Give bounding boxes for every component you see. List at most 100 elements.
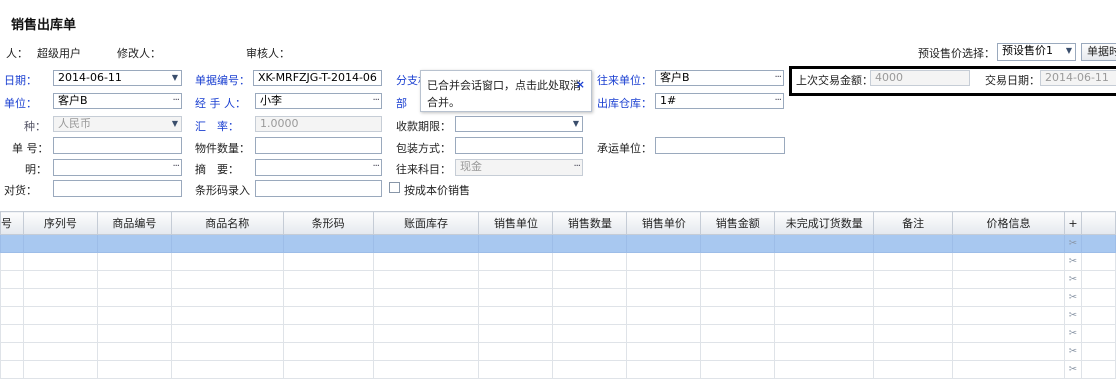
table-cell[interactable]: [96, 306, 172, 325]
table-cell[interactable]: [478, 342, 554, 361]
table-cell[interactable]: [96, 234, 172, 253]
delete-row-icon[interactable]: ✂: [1063, 270, 1082, 289]
table-row[interactable]: ✂: [0, 252, 1116, 271]
table-cell[interactable]: [170, 306, 284, 325]
table-cell[interactable]: [0, 270, 24, 289]
table-cell[interactable]: [1080, 234, 1116, 253]
ellipsis-icon[interactable]: ···: [372, 94, 379, 107]
col-header[interactable]: 销售数量: [552, 211, 628, 235]
col-header[interactable]: 条形码: [282, 211, 374, 235]
col-header[interactable]: 销售单价: [626, 211, 702, 235]
table-cell[interactable]: [873, 324, 954, 343]
table-cell[interactable]: [282, 234, 374, 253]
col-header[interactable]: 未完成订货数量: [774, 211, 875, 235]
table-cell[interactable]: [952, 252, 1065, 271]
table-cell[interactable]: [774, 252, 875, 271]
table-cell[interactable]: [774, 306, 875, 325]
table-cell[interactable]: [1080, 288, 1116, 307]
table-cell[interactable]: [700, 324, 776, 343]
table-cell[interactable]: [552, 306, 628, 325]
col-header[interactable]: 商品编号: [96, 211, 172, 235]
table-cell[interactable]: [0, 324, 24, 343]
preset-price-select[interactable]: 预设售价1 ▼: [997, 43, 1076, 61]
table-cell[interactable]: [96, 270, 172, 289]
ellipsis-icon[interactable]: ···: [172, 94, 179, 107]
table-cell[interactable]: [282, 306, 374, 325]
table-cell[interactable]: [22, 288, 98, 307]
col-header[interactable]: 账面库存: [372, 211, 480, 235]
table-cell[interactable]: [372, 306, 480, 325]
table-cell[interactable]: [282, 252, 374, 271]
table-cell[interactable]: [0, 288, 24, 307]
close-icon[interactable]: ×: [576, 76, 585, 93]
table-cell[interactable]: [1080, 306, 1116, 325]
table-cell[interactable]: [873, 342, 954, 361]
table-cell[interactable]: [873, 306, 954, 325]
table-cell[interactable]: [170, 234, 284, 253]
table-cell[interactable]: [952, 342, 1065, 361]
partner-field[interactable]: 客户B ···: [655, 70, 784, 86]
table-cell[interactable]: [96, 324, 172, 343]
table-cell[interactable]: [282, 342, 374, 361]
table-cell[interactable]: [873, 234, 954, 253]
table-cell[interactable]: [552, 270, 628, 289]
delete-row-icon[interactable]: ✂: [1063, 324, 1082, 343]
terms-field[interactable]: ▼: [455, 116, 583, 132]
table-cell[interactable]: [873, 288, 954, 307]
col-header[interactable]: 销售金额: [700, 211, 776, 235]
table-cell[interactable]: [700, 234, 776, 253]
table-cell[interactable]: [478, 252, 554, 271]
delete-row-icon[interactable]: ✂: [1063, 234, 1082, 253]
orderno-field[interactable]: [53, 137, 182, 154]
table-cell[interactable]: [626, 252, 702, 271]
barcode-entry-field[interactable]: [255, 180, 382, 197]
table-cell[interactable]: [478, 234, 554, 253]
col-header[interactable]: 销售单位: [478, 211, 554, 235]
table-cell[interactable]: [372, 270, 480, 289]
table-cell[interactable]: [626, 324, 702, 343]
table-cell[interactable]: [952, 234, 1065, 253]
packing-field[interactable]: [455, 137, 583, 154]
table-cell[interactable]: [96, 288, 172, 307]
table-cell[interactable]: [372, 342, 480, 361]
table-cell[interactable]: [1080, 252, 1116, 271]
ellipsis-icon[interactable]: ···: [172, 160, 179, 173]
table-cell[interactable]: [96, 342, 172, 361]
table-cell[interactable]: [952, 306, 1065, 325]
table-cell[interactable]: [282, 270, 374, 289]
table-cell[interactable]: [774, 234, 875, 253]
delete-row-icon[interactable]: ✂: [1063, 288, 1082, 307]
table-cell[interactable]: [22, 252, 98, 271]
table-cell[interactable]: [22, 306, 98, 325]
date-field[interactable]: 2014-06-11 ▼: [53, 70, 182, 86]
merge-session-tooltip[interactable]: 已合并会话窗口，点击此处取消合并。 ×: [420, 70, 592, 112]
delete-row-icon[interactable]: ✂: [1063, 252, 1082, 271]
table-cell[interactable]: [170, 288, 284, 307]
carrier-field[interactable]: [655, 137, 785, 154]
table-row[interactable]: ✂: [0, 234, 1116, 253]
table-cell[interactable]: [170, 270, 284, 289]
table-cell[interactable]: [873, 252, 954, 271]
table-cell[interactable]: [22, 270, 98, 289]
col-header[interactable]: 商品名称: [170, 211, 284, 235]
table-cell[interactable]: [372, 324, 480, 343]
add-column-button[interactable]: +: [1063, 211, 1082, 235]
table-cell[interactable]: [478, 270, 554, 289]
table-cell[interactable]: [952, 324, 1065, 343]
table-cell[interactable]: [774, 270, 875, 289]
table-cell[interactable]: [626, 270, 702, 289]
barcode-field[interactable]: [53, 180, 182, 197]
table-cell[interactable]: [478, 306, 554, 325]
col-header[interactable]: 号: [0, 211, 24, 235]
table-cell[interactable]: [552, 252, 628, 271]
table-cell[interactable]: [774, 288, 875, 307]
ellipsis-icon[interactable]: ···: [774, 71, 781, 84]
table-cell[interactable]: [170, 252, 284, 271]
table-cell[interactable]: [22, 324, 98, 343]
table-cell[interactable]: [478, 288, 554, 307]
delete-row-icon[interactable]: ✂: [1063, 306, 1082, 325]
table-cell[interactable]: [0, 234, 24, 253]
table-cell[interactable]: [0, 306, 24, 325]
table-cell[interactable]: [626, 306, 702, 325]
table-cell[interactable]: [96, 252, 172, 271]
